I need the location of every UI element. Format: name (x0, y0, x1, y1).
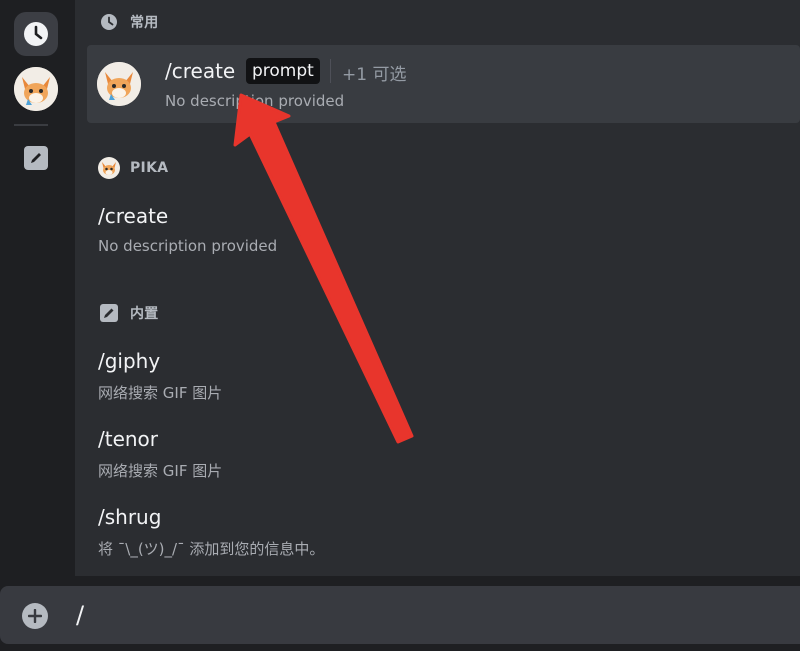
pika-category-button[interactable] (14, 67, 58, 111)
command-name: /create (165, 59, 236, 83)
command-name: /giphy (98, 349, 161, 373)
command-description: No description provided (98, 237, 278, 255)
category-rail (0, 0, 75, 576)
option-chip-prompt[interactable]: prompt (246, 58, 320, 84)
message-input-bar[interactable]: / (0, 586, 800, 644)
command-description: 将 ¯\_(ツ)_/¯ 添加到您的信息中。 (98, 540, 325, 558)
builtin-category-button[interactable] (14, 136, 58, 180)
command-name: /tenor (98, 427, 159, 451)
pencil-icon (24, 146, 48, 170)
command-picker: 常用 /create prompt +1 可选 No description p… (75, 0, 800, 576)
pika-avatar-icon (97, 62, 141, 106)
clock-icon (24, 22, 48, 46)
section-title: 内置 (130, 306, 159, 322)
command-description: 网络搜索 GIF 图片 (98, 462, 223, 480)
pika-avatar-icon (98, 157, 120, 179)
rail-divider (14, 124, 48, 126)
command-description: 网络搜索 GIF 图片 (98, 384, 223, 402)
add-circle-icon[interactable] (22, 603, 48, 629)
chip-divider (330, 59, 331, 83)
optional-options-label: +1 可选 (342, 65, 407, 85)
command-row-selected[interactable]: /create prompt +1 可选 No description prov… (87, 45, 800, 123)
section-title: PIKA (130, 160, 169, 176)
command-description: No description provided (165, 92, 345, 110)
section-header-frequent: 常用 (98, 11, 159, 33)
pencil-icon (98, 302, 120, 324)
frequent-category-button[interactable] (14, 12, 58, 56)
section-title: 常用 (130, 15, 159, 31)
pika-avatar-icon (14, 67, 58, 111)
message-composer: / (0, 576, 800, 651)
command-name: /shrug (98, 505, 162, 529)
section-header-pika: PIKA (98, 157, 168, 179)
command-name: /create (98, 204, 169, 228)
section-header-builtin: 内置 (98, 302, 159, 324)
message-input[interactable]: / (76, 601, 84, 629)
clock-icon (98, 11, 120, 33)
